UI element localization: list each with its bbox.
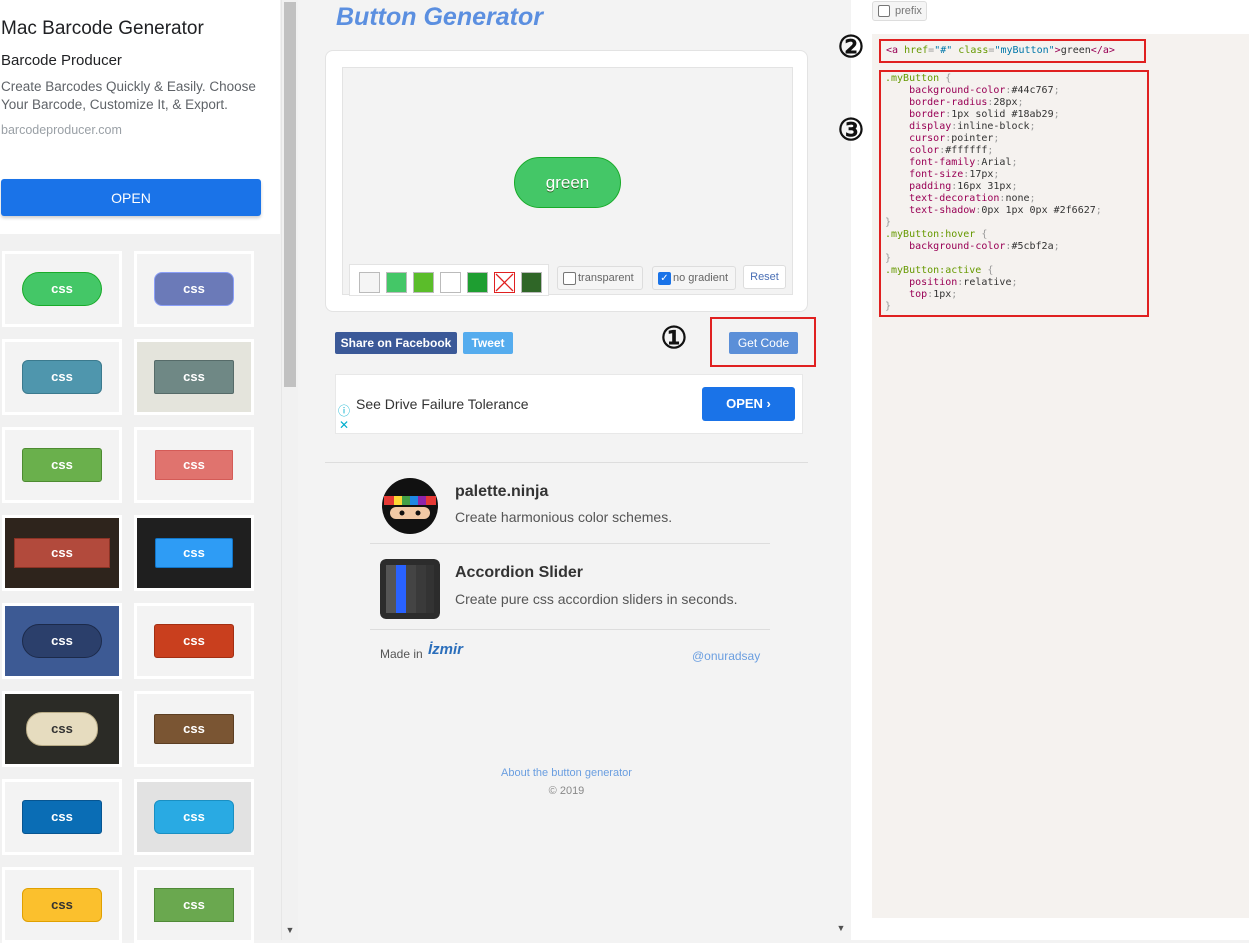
preset-button[interactable]: css	[22, 272, 102, 306]
code-output-panel: prefix ② <a href="#" class="myButton">gr…	[838, 0, 1249, 940]
preset-tile[interactable]: css	[134, 779, 254, 855]
preset-tile[interactable]: css	[134, 603, 254, 679]
reset-button[interactable]: Reset	[743, 265, 786, 289]
twitter-link[interactable]: @onuradsay	[692, 649, 760, 663]
preset-tile[interactable]: css	[2, 779, 122, 855]
sidebar-scrollbar-thumb[interactable]	[284, 2, 296, 387]
no-gradient-toggle[interactable]: ✓ no gradient	[652, 266, 736, 290]
accordion-logo-icon	[380, 559, 440, 619]
prefix-toggle[interactable]: prefix	[872, 1, 927, 21]
preset-tile[interactable]: css	[2, 867, 122, 943]
ad-title[interactable]: Mac Barcode Generator	[1, 18, 204, 40]
html-code-snippet[interactable]: <a href="#" class="myButton">green</a>	[879, 39, 1146, 63]
color-swatch[interactable]	[440, 272, 461, 293]
preset-button[interactable]: css	[154, 714, 234, 744]
promo-description: Create pure css accordion sliders in sec…	[455, 591, 738, 607]
preview-button[interactable]: green	[514, 157, 621, 208]
ad-open-button[interactable]: OPEN	[1, 179, 261, 216]
ad-close-icon[interactable]: ✕	[339, 418, 349, 432]
prefix-label: prefix	[895, 5, 922, 17]
color-swatch[interactable]	[521, 272, 542, 293]
preset-button[interactable]: css	[22, 360, 102, 394]
preview-card: green transparent ✓ no gradient Reset	[325, 50, 808, 312]
color-swatch[interactable]	[467, 272, 488, 293]
preset-tile[interactable]: css	[2, 251, 122, 327]
prefix-checkbox[interactable]	[878, 5, 890, 17]
promo-title[interactable]: Accordion Slider	[455, 564, 583, 582]
preset-button[interactable]: css	[154, 800, 234, 834]
transparent-toggle[interactable]: transparent	[557, 266, 643, 290]
preset-button[interactable]: css	[155, 538, 233, 568]
annotation-marker-3: ③	[837, 114, 865, 147]
css-code-snippet[interactable]: .myButton { background-color:#44c767; bo…	[879, 70, 1149, 317]
ad-info-icon[interactable]: ⓘ	[338, 402, 350, 419]
preset-button[interactable]: css	[154, 888, 234, 922]
color-swatch[interactable]	[413, 272, 434, 293]
divider	[325, 462, 808, 463]
preset-tile[interactable]: css	[134, 691, 254, 767]
no-gradient-checkbox[interactable]: ✓	[658, 272, 671, 285]
preset-tile[interactable]: css	[134, 515, 254, 591]
ad-description: Create Barcodes Quickly & Easily. Choose…	[1, 79, 256, 112]
tweet-button[interactable]: Tweet	[463, 332, 513, 354]
izmir-logo: İzmir	[428, 641, 464, 658]
preset-button[interactable]: css	[154, 272, 234, 306]
divider	[370, 543, 770, 544]
no-color-swatch[interactable]	[494, 272, 515, 293]
ad-banner-text[interactable]: See Drive Failure Tolerance	[356, 396, 529, 412]
drive-ad-banner[interactable]: ⓘ ✕ See Drive Failure Tolerance OPEN ›	[335, 374, 803, 434]
ad-banner-open-button[interactable]: OPEN ›	[702, 387, 795, 421]
preset-tile[interactable]: css	[2, 603, 122, 679]
promo-accordion-slider[interactable]: Accordion Slider Create pure css accordi…	[370, 548, 770, 630]
preset-tile[interactable]: css	[2, 515, 122, 591]
preset-tile[interactable]: css	[134, 867, 254, 943]
preset-tile[interactable]: css	[2, 691, 122, 767]
preset-button[interactable]: css	[22, 624, 102, 658]
preset-button[interactable]: css	[22, 448, 102, 482]
scroll-down-arrow-icon[interactable]: ▼	[835, 923, 847, 937]
preset-button[interactable]: css	[154, 360, 234, 394]
ad-subtitle[interactable]: Barcode Producer	[1, 52, 122, 69]
generator-main: Button Generator green transparent ✓ no …	[300, 0, 833, 940]
annotation-marker-2: ②	[837, 31, 865, 64]
preset-button[interactable]: css	[155, 450, 233, 480]
promo-palette-ninja[interactable]: palette.ninja Create harmonious color sc…	[370, 466, 770, 548]
preset-button[interactable]: css	[14, 538, 110, 568]
ad-domain[interactable]: barcodeproducer.com	[1, 123, 122, 137]
preview-area: green transparent ✓ no gradient Reset	[342, 67, 793, 296]
barcode-ad[interactable]: Mac Barcode Generator Barcode Producer C…	[0, 0, 280, 234]
preset-button[interactable]: css	[154, 624, 234, 658]
preset-tile[interactable]: css	[2, 339, 122, 415]
scroll-down-arrow-icon[interactable]: ▼	[284, 923, 296, 937]
color-swatch[interactable]	[386, 272, 407, 293]
preset-tile[interactable]: css	[134, 251, 254, 327]
preset-button[interactable]: css	[22, 888, 102, 922]
transparent-label: transparent	[578, 272, 634, 284]
preset-button[interactable]: css	[22, 800, 102, 834]
ninja-logo-icon	[382, 478, 438, 534]
preset-button[interactable]: css	[26, 712, 98, 746]
color-swatch[interactable]	[359, 272, 380, 293]
left-sidebar: Mac Barcode Generator Barcode Producer C…	[0, 0, 298, 943]
annotation-marker-1: ①	[660, 322, 688, 355]
get-code-button[interactable]: Get Code	[729, 332, 798, 354]
promo-description: Create harmonious color schemes.	[455, 509, 673, 525]
preset-tile[interactable]: css	[134, 427, 254, 503]
made-in-label: Made in	[380, 647, 423, 661]
transparent-checkbox[interactable]	[563, 272, 576, 285]
about-link[interactable]: About the button generator	[300, 767, 833, 779]
page-title: Button Generator	[336, 3, 543, 31]
promo-title[interactable]: palette.ninja	[455, 483, 548, 501]
no-gradient-label: no gradient	[673, 272, 729, 284]
divider	[370, 629, 770, 630]
share-facebook-button[interactable]: Share on Facebook	[335, 332, 457, 354]
copyright: © 2019	[548, 785, 585, 797]
preset-tile[interactable]: css	[2, 427, 122, 503]
preset-tile[interactable]: css	[134, 339, 254, 415]
color-swatches	[349, 264, 549, 296]
